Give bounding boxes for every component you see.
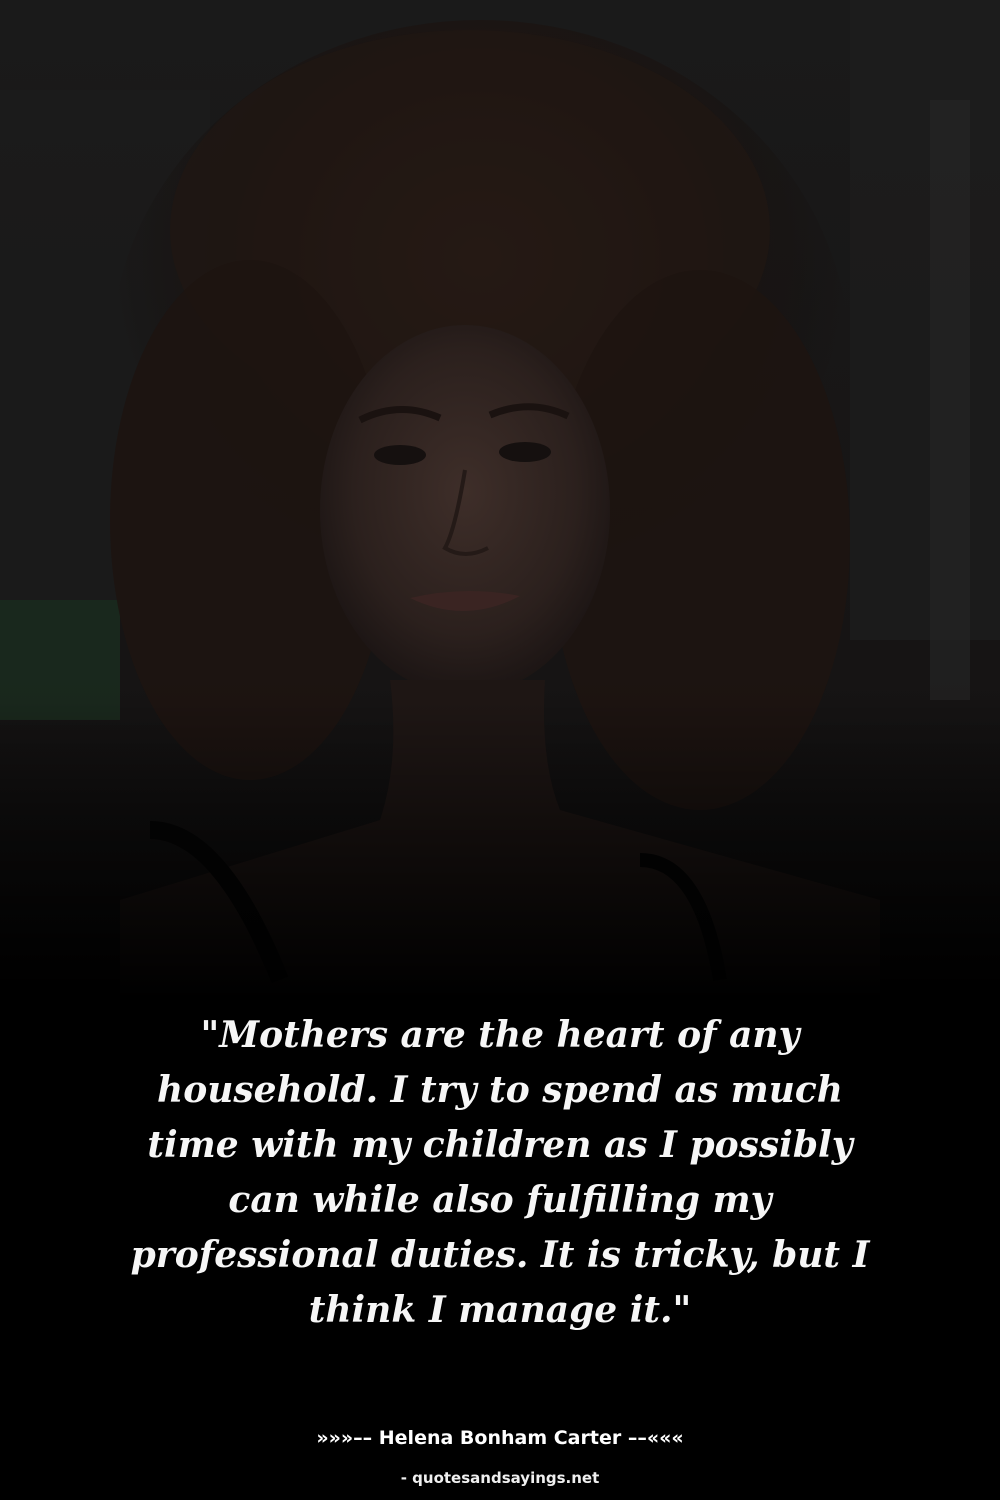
quote-card: "Mothers are the heart of any household.… — [0, 0, 1000, 1500]
quote-text: "Mothers are the heart of any household.… — [130, 1014, 870, 1331]
author-line: »»»–– Helena Bonham Carter ––««« — [316, 1427, 684, 1449]
source-credit: - quotesandsayings.net — [400, 1469, 600, 1487]
